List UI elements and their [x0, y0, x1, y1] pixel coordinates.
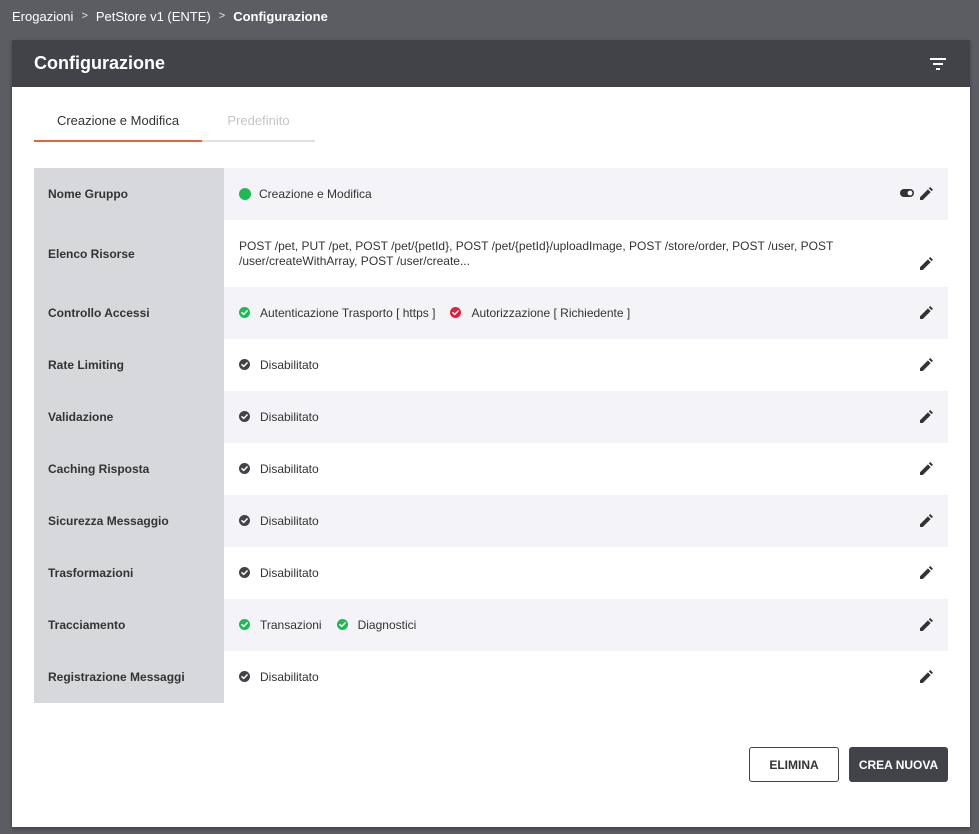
check-circle-icon [239, 514, 252, 528]
row-actions [920, 566, 934, 580]
row-actions [920, 462, 934, 476]
tab-predefinito[interactable]: Predefinito [202, 100, 315, 142]
row-actions [920, 410, 934, 424]
status-text: Disabilitato [260, 462, 319, 476]
row-value: Disabilitato [224, 391, 948, 443]
status-text: Disabilitato [260, 358, 319, 372]
row-label: Rate Limiting [34, 339, 224, 391]
row-label: Sicurezza Messaggio [34, 495, 224, 547]
card-header: Configurazione [12, 40, 970, 87]
check-circle-icon [239, 670, 252, 684]
check-circle-icon [239, 410, 252, 424]
tab-creazione-modifica[interactable]: Creazione e Modifica [34, 100, 202, 142]
row-value: Disabilitato [224, 495, 948, 547]
status-text: Diagnostici [357, 618, 417, 632]
edit-pencil-icon[interactable] [920, 187, 934, 201]
status-item: Autenticazione Trasporto [ https ] [239, 306, 435, 320]
status-text: Transazioni [260, 618, 322, 632]
status-text: Disabilitato [260, 566, 319, 580]
row-label: Nome Gruppo [34, 168, 224, 220]
row-actions [900, 187, 934, 201]
row-value: Disabilitato [224, 547, 948, 599]
row-label: Tracciamento [34, 599, 224, 651]
row-value: Disabilitato [224, 339, 948, 391]
row-actions [920, 358, 934, 372]
table-row: Registrazione Messaggi Disabilitato [34, 651, 948, 703]
table-row: Elenco Risorse POST /pet, PUT /pet, POST … [34, 220, 948, 287]
resources-text: POST /pet, PUT /pet, POST /pet/{petId}, … [239, 238, 834, 268]
table-row: Validazione Disabilitato [34, 391, 948, 443]
status-text: Autenticazione Trasporto [ https ] [260, 306, 436, 320]
status-item: Transazioni [239, 618, 322, 632]
edit-pencil-icon[interactable] [920, 670, 934, 684]
chevron-right-icon: > [81, 10, 88, 22]
edit-pencil-icon[interactable] [920, 410, 934, 424]
delete-button[interactable]: ELIMINA [749, 747, 839, 782]
status-item: Autorizzazione [ Richiedente ] [450, 306, 630, 320]
row-label: Trasformazioni [34, 547, 224, 599]
row-label: Validazione [34, 391, 224, 443]
row-actions [920, 257, 934, 271]
row-value: Creazione e Modifica [224, 168, 948, 220]
row-actions [920, 514, 934, 528]
status-item: Diagnostici [336, 618, 417, 632]
edit-pencil-icon[interactable] [920, 462, 934, 476]
row-label: Caching Risposta [34, 443, 224, 495]
row-value: Autenticazione Trasporto [ https ] Autori… [224, 287, 948, 339]
config-table: Nome Gruppo Creazione e Modifica Elenco Ri… [34, 168, 948, 703]
breadcrumb: Erogazioni > PetStore v1 (ENTE) > Config… [12, 8, 328, 24]
check-circle-icon [239, 566, 252, 580]
check-circle-icon [336, 618, 350, 632]
edit-pencil-icon[interactable] [920, 358, 934, 372]
table-row: Rate Limiting Disabilitato [34, 339, 948, 391]
table-row: Nome Gruppo Creazione e Modifica [34, 168, 948, 220]
check-circle-icon [239, 462, 252, 476]
status-text: Disabilitato [260, 514, 319, 528]
status-dot-icon [239, 188, 251, 200]
edit-pencil-icon[interactable] [920, 306, 934, 320]
check-circle-icon [239, 618, 252, 632]
page-title: Configurazione [34, 53, 165, 73]
check-circle-icon [239, 358, 252, 372]
status-text: Disabilitato [260, 670, 319, 684]
breadcrumb-current: Configurazione [233, 8, 328, 24]
row-actions [920, 306, 934, 320]
edit-pencil-icon[interactable] [920, 618, 934, 632]
breadcrumb-petstore[interactable]: PetStore v1 (ENTE) [96, 9, 211, 24]
filter-list-icon[interactable] [928, 54, 948, 74]
status-text: Disabilitato [260, 410, 319, 424]
table-row: Trasformazioni Disabilitato [34, 547, 948, 599]
edit-pencil-icon[interactable] [920, 257, 934, 271]
row-actions [920, 670, 934, 684]
breadcrumb-erogazioni[interactable]: Erogazioni [12, 9, 73, 24]
table-row: Sicurezza Messaggio Disabilitato [34, 495, 948, 547]
row-value: POST /pet, PUT /pet, POST /pet/{petId}, … [224, 220, 948, 287]
table-row: Caching Risposta Disabilitato [34, 443, 948, 495]
chevron-right-icon: > [218, 10, 226, 22]
edit-pencil-icon[interactable] [920, 566, 934, 580]
toggle-icon[interactable] [900, 189, 914, 199]
tab-bar: Creazione e Modifica Predefinito [34, 100, 315, 142]
check-circle-icon [450, 306, 463, 320]
row-label: Elenco Risorse [34, 220, 224, 287]
edit-pencil-icon[interactable] [920, 514, 934, 528]
row-actions [920, 618, 934, 632]
row-value: Transazioni Diagnostici [224, 599, 948, 651]
row-value: Disabilitato [224, 651, 948, 703]
row-label: Registrazione Messaggi [34, 651, 224, 703]
status-text: Autorizzazione [ Richiedente ] [471, 306, 631, 320]
row-value: Disabilitato [224, 443, 948, 495]
table-row: Controllo Accessi Autenticazione Trasport… [34, 287, 948, 339]
check-circle-icon [239, 306, 252, 320]
configuration-card: Configurazione Creazione e Modifica Pred… [12, 40, 970, 827]
table-row: Tracciamento Transazioni Diagnostici [34, 599, 948, 651]
status-text: Creazione e Modifica [259, 187, 372, 201]
create-new-button[interactable]: CREA NUOVA [849, 747, 948, 782]
row-label: Controllo Accessi [34, 287, 224, 339]
